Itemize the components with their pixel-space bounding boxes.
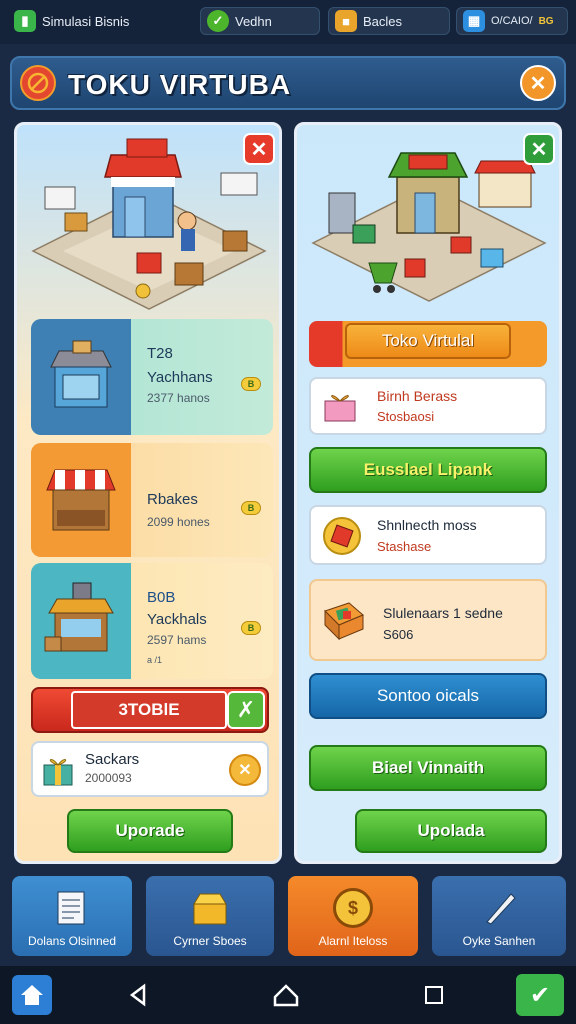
tools-icon: ✗ xyxy=(227,691,265,729)
system-nav-bar: ✔ xyxy=(0,966,576,1024)
tab-alarm[interactable]: $ Alarnl Iteloss xyxy=(288,876,418,956)
shop-card[interactable]: T28 Yachhans 2377 hanos B xyxy=(31,319,273,435)
action-button-1[interactable]: Eusslael Lipank xyxy=(309,447,547,493)
upgrade-button[interactable]: Uporade xyxy=(67,809,233,853)
product-box-icon xyxy=(321,599,367,641)
action-button-2[interactable]: Biael Vinnaith xyxy=(309,745,547,791)
back-icon[interactable] xyxy=(118,975,158,1015)
close-button[interactable]: ✕ xyxy=(520,65,556,101)
tab-label: Oyke Sanhen xyxy=(462,934,536,948)
card-name: Yackhals xyxy=(147,611,207,628)
home-nav-icon[interactable] xyxy=(266,975,306,1015)
tab-documents[interactable]: Dolans Olsinned xyxy=(12,876,132,956)
status-item-label: Bacles xyxy=(363,13,403,29)
leaf-icon: ✓ xyxy=(207,10,229,32)
shop-list-panel: ✕ T28 Yachhans 2377 hanos B Rbakes 2099 … xyxy=(14,122,282,864)
status-item-vedhn[interactable]: ✓ Vedhn xyxy=(200,7,320,35)
upload-button[interactable]: Upolada xyxy=(355,809,547,853)
tab-settings[interactable]: Oyke Sanhen xyxy=(432,876,566,956)
status-item-bacles[interactable]: ■ Bacles xyxy=(328,7,450,35)
app-icon: ▮ xyxy=(14,10,36,32)
calendar-icon: ▦ xyxy=(463,10,485,32)
tab-store[interactable]: Cyrner Sboes xyxy=(146,876,274,956)
card-sub: 2099 hones xyxy=(147,515,210,529)
kiosk-icon xyxy=(31,563,131,679)
item-sub: Stosbaosi xyxy=(377,409,435,424)
status-badge: BG xyxy=(538,15,554,27)
gift-icon xyxy=(41,753,75,787)
card-name: Yachhans xyxy=(147,369,213,386)
sackars-name: Sackars xyxy=(85,751,140,768)
close-icon[interactable]: ✕ xyxy=(243,133,275,165)
shop-card[interactable]: Rbakes 2099 hones B xyxy=(31,443,273,557)
app-name: Simulasi Bisnis xyxy=(42,13,130,29)
status-item-calendar[interactable]: ▦ O/CAIO/ BG xyxy=(456,7,568,35)
cancel-circle-icon[interactable]: ✕ xyxy=(229,754,261,786)
coin-icon: B xyxy=(241,621,261,635)
item-name: Shnlnecth moss xyxy=(377,517,477,533)
stoble-button[interactable]: 3TOBlE ✗ xyxy=(31,687,269,733)
shop-scene-illustration xyxy=(25,133,273,311)
box-icon: ■ xyxy=(335,10,357,32)
coin-icon: B xyxy=(241,377,261,391)
coin-badge-icon xyxy=(323,517,361,555)
coin-icon: B xyxy=(241,501,261,515)
options-button[interactable]: Sontoo oicals xyxy=(309,673,547,719)
gift-icon xyxy=(321,389,359,423)
stall-icon xyxy=(31,319,131,435)
home-icon[interactable] xyxy=(12,975,52,1015)
app-indicator: ▮ Simulasi Bisnis xyxy=(8,7,154,35)
status-item-label: Vedhn xyxy=(235,13,272,29)
card-extra: a /1 xyxy=(147,655,163,665)
card-title: B0B xyxy=(147,589,176,606)
status-item-label: O/CAIO/ xyxy=(491,15,533,27)
cancel-icon[interactable] xyxy=(20,65,56,101)
treasure-box-icon xyxy=(188,888,232,928)
item-sub: Stashase xyxy=(377,539,432,554)
shop-item[interactable]: Birnh Berass Stosbaosi xyxy=(309,377,547,435)
store-scene-illustration xyxy=(305,133,553,311)
sackars-value: 2000093 xyxy=(85,771,132,785)
tab-label: Cyrner Sboes xyxy=(173,934,247,948)
close-icon[interactable]: ✕ xyxy=(523,133,555,165)
shop-item[interactable]: Slulenaars 1 sedne S606 xyxy=(309,579,547,661)
card-sub: 2597 hams xyxy=(147,633,207,647)
sackars-card[interactable]: Sackars 2000093 ✕ xyxy=(31,741,269,797)
item-sub: S606 xyxy=(383,627,414,642)
card-sub: 2377 hanos xyxy=(147,391,210,405)
shop-card[interactable]: B0B Yackhals 2597 hams a /1 B xyxy=(31,563,273,679)
toko-virtual-banner[interactable]: Toko Virtulal xyxy=(309,321,547,367)
shop-detail-panel: ✕ Toko Virtulal Birnh Berass Stosbaosi E… xyxy=(294,122,562,864)
title-bar: TOKU VIRTUBA ✕ xyxy=(10,56,566,110)
newspaper-icon xyxy=(50,888,94,928)
toko-virtual-label: Toko Virtulal xyxy=(345,323,511,359)
page-title: TOKU VIRTUBA xyxy=(68,69,292,100)
tab-label: Alarnl Iteloss xyxy=(318,934,388,948)
card-name: Rbakes xyxy=(147,491,198,508)
stoble-label: 3TOBlE xyxy=(71,691,227,729)
confirm-check-icon[interactable]: ✔ xyxy=(516,974,564,1016)
status-bar: ▮ Simulasi Bisnis ✓ Vedhn ■ Bacles ▦ O/C… xyxy=(0,0,576,44)
item-name: Birnh Berass xyxy=(377,388,458,404)
coin-tab-icon: $ xyxy=(331,888,375,928)
item-name: Slulenaars 1 sedne xyxy=(383,605,503,621)
card-title: T28 xyxy=(147,345,173,362)
market-stall-icon xyxy=(31,443,131,557)
tab-label: Dolans Olsinned xyxy=(27,934,117,948)
recent-apps-icon[interactable] xyxy=(414,975,454,1015)
shop-item[interactable]: Shnlnecth moss Stashase xyxy=(309,505,547,565)
knife-icon xyxy=(477,888,521,928)
